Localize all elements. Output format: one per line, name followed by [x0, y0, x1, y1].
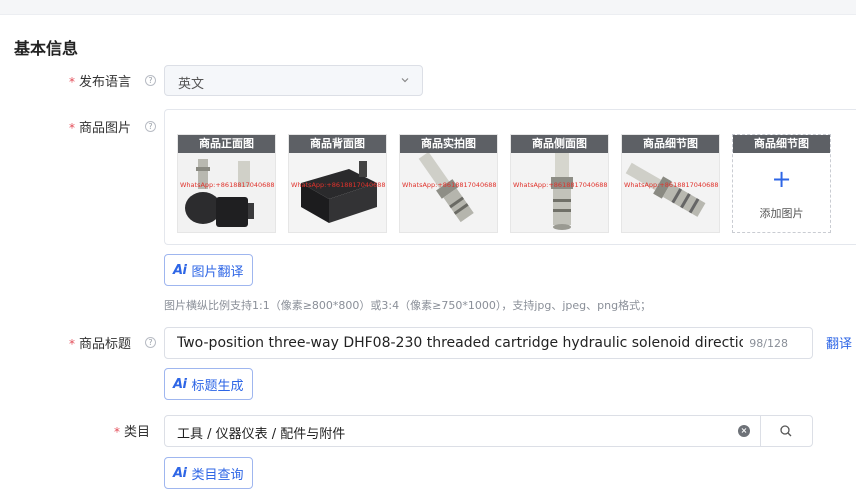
valve-photo-detail	[622, 153, 719, 232]
watermark: WhatsApp:+8618817040688	[402, 181, 497, 189]
image-caption: 商品正面图	[178, 135, 275, 153]
required-mark: *	[69, 121, 75, 135]
images-help-icon[interactable]: ?	[145, 121, 156, 132]
category-input[interactable]: 工具 / 仪器仪表 / 配件与附件 ×	[164, 415, 813, 447]
category-search-button[interactable]	[761, 416, 812, 446]
title-help-icon[interactable]: ?	[145, 337, 156, 348]
image-hint-text: 图片横纵比例支持1:1（像素≥800*800）或3:4（像素≥750*1000）…	[164, 299, 652, 312]
translate-link[interactable]: 翻译	[826, 333, 852, 352]
product-image-back[interactable]: 商品背面图 WhatsApp:+8618817040688	[288, 134, 387, 233]
valve-photo-back	[289, 153, 386, 232]
image-translate-button[interactable]: Ai 图片翻译	[164, 254, 253, 286]
clear-icon[interactable]: ×	[738, 425, 750, 437]
category-value: 工具 / 仪器仪表 / 配件与附件	[177, 427, 346, 442]
title-label: 商品标题	[79, 337, 132, 352]
title-label-row: * 商品标题	[69, 333, 131, 352]
search-icon	[780, 425, 792, 437]
valve-photo-front	[178, 153, 275, 232]
title-generate-label: 标题生成	[191, 378, 244, 394]
image-caption: 商品背面图	[289, 135, 386, 153]
add-image-button[interactable]: 商品细节图 + 添加图片	[732, 134, 831, 233]
language-label: 发布语言	[79, 75, 132, 90]
valve-photo-side	[511, 153, 608, 232]
required-mark: *	[69, 75, 75, 89]
category-lookup-button[interactable]: Ai 类目查询	[164, 457, 253, 489]
image-caption: 商品细节图	[622, 135, 719, 153]
language-label-row: * 发布语言	[69, 71, 131, 90]
title-input[interactable]: Two-position three-way DHF08-230 threade…	[164, 327, 813, 359]
required-mark: *	[114, 425, 120, 439]
product-image-real[interactable]: 商品实拍图 WhatsApp:+8618817040688	[399, 134, 498, 233]
watermark: WhatsApp:+8618817040688	[513, 181, 608, 189]
required-mark: *	[69, 337, 75, 351]
ai-icon: Ai	[173, 262, 187, 278]
product-image-detail[interactable]: 商品细节图 WhatsApp:+8618817040688	[621, 134, 720, 233]
watermark: WhatsApp:+8618817040688	[180, 181, 275, 189]
language-select[interactable]: 英文	[164, 65, 423, 96]
watermark: WhatsApp:+8618817040688	[624, 181, 719, 189]
add-image-label: 添加图片	[759, 207, 804, 220]
product-image-front[interactable]: 商品正面图 WhatsApp:+8618817040688	[177, 134, 276, 233]
watermark: WhatsApp:+8618817040688	[291, 181, 386, 189]
language-help-icon[interactable]: ?	[145, 75, 156, 86]
plus-icon: +	[771, 165, 792, 193]
category-lookup-label: 类目查询	[191, 467, 244, 483]
top-bar	[0, 0, 856, 15]
section-title: 基本信息	[14, 39, 79, 58]
image-translate-label: 图片翻译	[191, 264, 244, 280]
language-value: 英文	[178, 77, 205, 92]
chevron-down-icon	[401, 78, 409, 83]
image-caption: 商品侧面图	[511, 135, 608, 153]
image-caption: 商品细节图	[733, 135, 830, 153]
ai-icon: Ai	[173, 376, 187, 392]
product-image-side[interactable]: 商品侧面图 WhatsApp:+8618817040688	[510, 134, 609, 233]
category-label: 类目	[124, 425, 151, 440]
title-char-counter: 98/128	[749, 337, 788, 350]
category-label-row: * 类目	[114, 421, 150, 440]
image-caption: 商品实拍图	[400, 135, 497, 153]
title-value: Two-position three-way DHF08-230 threade…	[177, 335, 743, 351]
images-label: 商品图片	[79, 121, 132, 136]
images-label-row: * 商品图片	[69, 117, 131, 136]
ai-icon: Ai	[173, 465, 187, 481]
title-generate-button[interactable]: Ai 标题生成	[164, 368, 253, 400]
valve-photo-real	[400, 153, 497, 232]
